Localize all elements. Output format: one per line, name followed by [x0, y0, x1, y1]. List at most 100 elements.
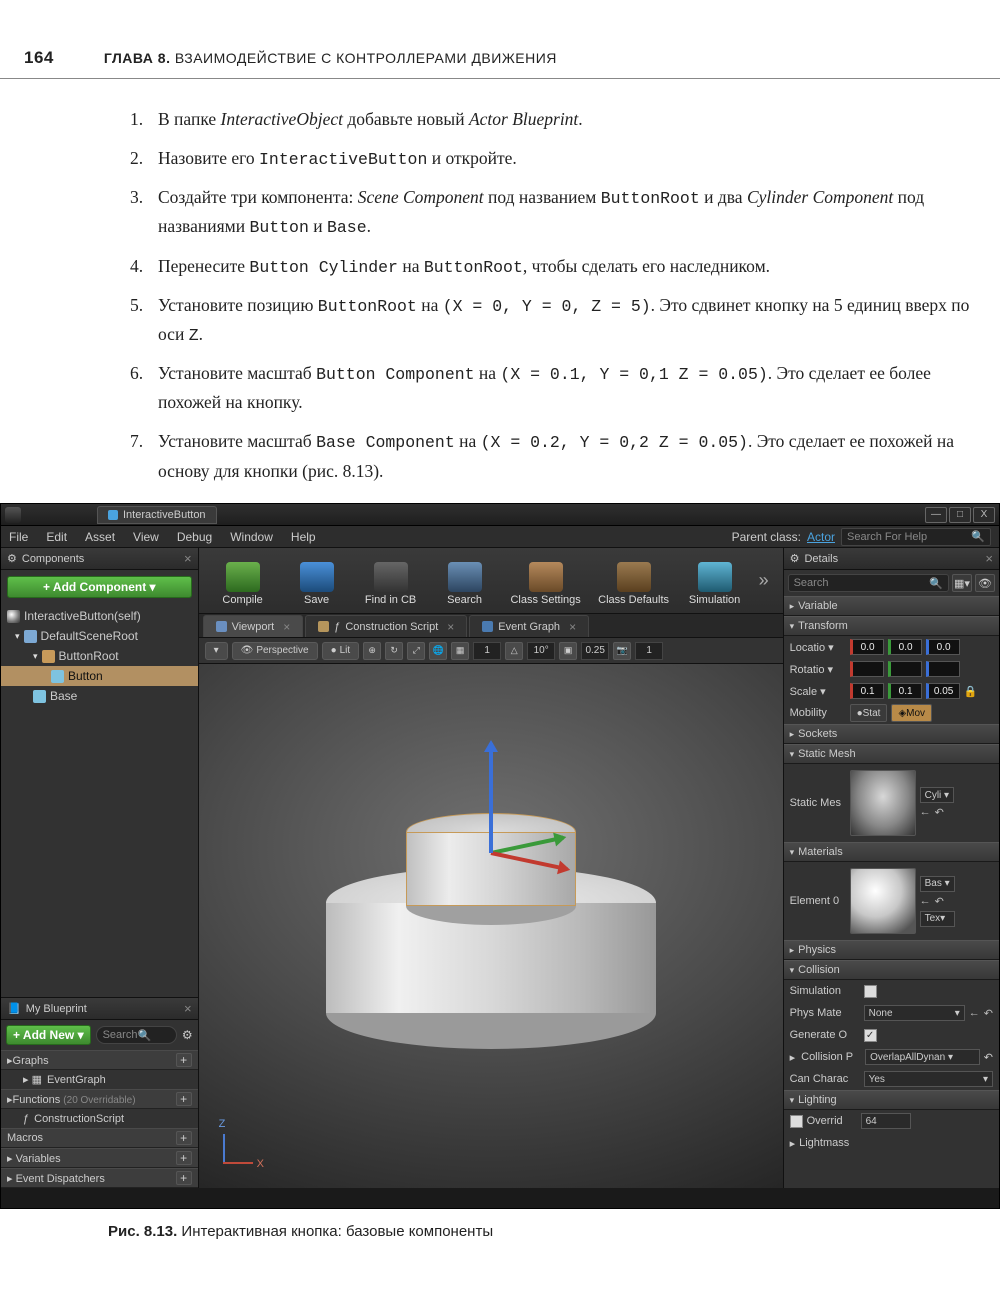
toolbar-overflow[interactable]: »: [753, 561, 775, 601]
lit-dropdown[interactable]: ● Lit: [322, 642, 360, 660]
search-help-input[interactable]: Search For Help🔍: [841, 528, 991, 546]
material-thumbnail[interactable]: [850, 868, 916, 934]
undo-icon[interactable]: ↶: [935, 806, 944, 819]
cat-graphs[interactable]: ▸Graphs+: [1, 1050, 198, 1070]
view-options[interactable]: ▦▾: [952, 574, 972, 592]
tree-button-root[interactable]: ▾ButtonRoot: [1, 646, 198, 666]
compile-button[interactable]: Compile: [207, 552, 279, 610]
section-lighting[interactable]: ▾Lighting: [784, 1090, 999, 1110]
view-toggle[interactable]: 👁: [975, 574, 995, 592]
item-eventgraph[interactable]: ▸ ▦ EventGraph: [1, 1070, 198, 1089]
gizmo-rotate[interactable]: ↻: [385, 642, 403, 660]
close-icon[interactable]: ×: [283, 620, 290, 634]
section-collision[interactable]: ▾Collision: [784, 960, 999, 980]
parent-class-link[interactable]: Actor: [807, 530, 835, 544]
rotation-z[interactable]: [926, 661, 960, 677]
add-icon[interactable]: +: [176, 1171, 192, 1185]
tree-base[interactable]: Base: [1, 686, 198, 706]
menu-window[interactable]: Window: [230, 530, 273, 544]
location-x[interactable]: 0.0: [850, 639, 884, 655]
section-static-mesh[interactable]: ▾Static Mesh: [784, 744, 999, 764]
window-tab[interactable]: InteractiveButton: [97, 506, 217, 524]
override-checkbox[interactable]: [790, 1115, 803, 1128]
menu-debug[interactable]: Debug: [177, 530, 212, 544]
menu-asset[interactable]: Asset: [85, 530, 115, 544]
camera-speed-val[interactable]: 1: [635, 642, 663, 660]
add-icon[interactable]: +: [176, 1151, 192, 1165]
axis-z[interactable]: [489, 743, 493, 853]
details-panel-header[interactable]: ⚙ Details×: [784, 548, 999, 570]
texture-dropdown[interactable]: Tex▾: [920, 911, 955, 927]
snap-angle-val[interactable]: 10°: [527, 642, 555, 660]
class-defaults-button[interactable]: Class Defaults: [591, 552, 677, 610]
close-button[interactable]: X: [973, 507, 995, 523]
find-in-cb-button[interactable]: Find in CB: [355, 552, 427, 610]
cat-functions[interactable]: ▸Functions (20 Overridable)+: [1, 1089, 198, 1109]
settings-icon[interactable]: ⚙: [182, 1028, 193, 1042]
tab-construction-script[interactable]: ƒ Construction Script×: [305, 615, 467, 637]
save-button[interactable]: Save: [281, 552, 353, 610]
undo-icon[interactable]: ↶: [935, 895, 944, 908]
close-icon[interactable]: ×: [985, 551, 993, 566]
section-transform[interactable]: ▾Transform: [784, 616, 999, 636]
tree-default-scene-root[interactable]: ▾DefaultSceneRoot: [1, 626, 198, 646]
add-component-button[interactable]: + Add Component ▾: [7, 576, 192, 598]
menu-help[interactable]: Help: [291, 530, 316, 544]
search-button[interactable]: Search: [429, 552, 501, 610]
cat-variables[interactable]: ▸ Variables+: [1, 1148, 198, 1168]
camera-speed[interactable]: 📷: [613, 642, 631, 660]
viewport-menu[interactable]: ▾: [205, 642, 228, 660]
section-sockets[interactable]: ▸Sockets: [784, 724, 999, 744]
tab-viewport[interactable]: Viewport×: [203, 615, 304, 637]
collision-preset-dropdown[interactable]: OverlapAllDynan ▾: [865, 1049, 980, 1065]
generate-overlap-checkbox[interactable]: ✓: [864, 1029, 877, 1042]
arrow-left-icon[interactable]: ←: [920, 806, 931, 819]
my-blueprint-search[interactable]: Search 🔍: [96, 1026, 177, 1044]
mobility-movable[interactable]: ◈ Mov: [891, 704, 932, 722]
add-icon[interactable]: +: [176, 1092, 192, 1106]
can-char-dropdown[interactable]: Yes▾: [864, 1071, 993, 1087]
class-settings-button[interactable]: Class Settings: [503, 552, 589, 610]
scale-z[interactable]: 0.05: [926, 683, 960, 699]
menu-edit[interactable]: Edit: [46, 530, 67, 544]
scale-y[interactable]: 0.1: [888, 683, 922, 699]
menu-file[interactable]: File: [9, 530, 28, 544]
details-search[interactable]: Search🔍: [788, 574, 949, 592]
viewport-3d[interactable]: ZX: [199, 664, 783, 1188]
section-materials[interactable]: ▾Materials: [784, 842, 999, 862]
undo-icon[interactable]: ↶: [984, 1007, 993, 1020]
close-icon[interactable]: ×: [569, 620, 576, 634]
cat-macros[interactable]: Macros+: [1, 1128, 198, 1148]
arrow-left-icon[interactable]: ←: [920, 895, 931, 908]
components-panel-header[interactable]: ⚙ Components×: [1, 548, 198, 570]
minimize-button[interactable]: —: [925, 507, 947, 523]
scale-x[interactable]: 0.1: [850, 683, 884, 699]
section-physics[interactable]: ▸Physics: [784, 940, 999, 960]
perspective-dropdown[interactable]: 👁 Perspective: [232, 642, 318, 660]
close-icon[interactable]: ×: [447, 620, 454, 634]
tab-event-graph[interactable]: Event Graph×: [469, 615, 589, 637]
close-icon[interactable]: ×: [184, 551, 192, 566]
coord-space[interactable]: 🌐: [429, 642, 447, 660]
snap-angle[interactable]: △: [505, 642, 523, 660]
item-constructionscript[interactable]: ƒ ConstructionScript: [1, 1109, 198, 1128]
tree-button[interactable]: Button: [1, 666, 198, 686]
snap-scale-val[interactable]: 0.25: [581, 642, 609, 660]
lock-icon[interactable]: 🔒: [964, 685, 978, 698]
section-variable[interactable]: ▸Variable: [784, 596, 999, 616]
rotation-y[interactable]: [888, 661, 922, 677]
add-icon[interactable]: +: [176, 1053, 192, 1067]
gizmo-scale[interactable]: ⤢: [407, 642, 425, 660]
snap-grid[interactable]: ▦: [451, 642, 469, 660]
tree-self[interactable]: InteractiveButton(self): [1, 606, 198, 626]
my-blueprint-header[interactable]: 📘 My Blueprint×: [1, 998, 198, 1020]
undo-icon[interactable]: ↶: [984, 1051, 993, 1064]
rotation-x[interactable]: [850, 661, 884, 677]
close-icon[interactable]: ×: [184, 1001, 192, 1016]
location-y[interactable]: 0.0: [888, 639, 922, 655]
location-z[interactable]: 0.0: [926, 639, 960, 655]
snap-scale[interactable]: ▣: [559, 642, 577, 660]
simulation-button[interactable]: Simulation: [679, 552, 751, 610]
add-new-button[interactable]: + Add New ▾: [6, 1025, 91, 1045]
mobility-static[interactable]: ● Stat: [850, 704, 888, 722]
